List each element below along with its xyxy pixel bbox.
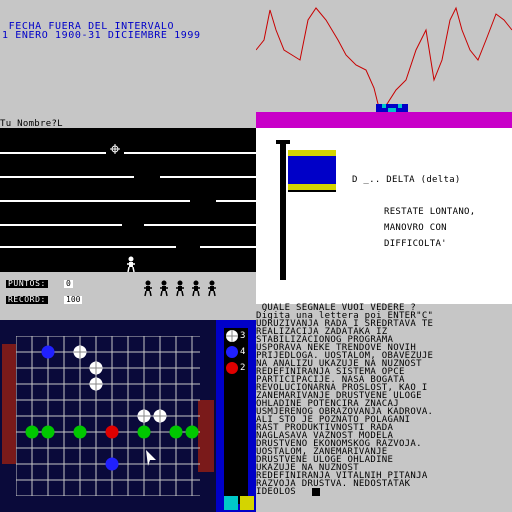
life-icon — [160, 280, 168, 297]
green-piece[interactable] — [25, 425, 39, 439]
flag-line-1: RESTATE LONTANO, — [384, 207, 476, 217]
flag-panel: D _.. DELTA (delta) RESTATE LONTANO, MAN… — [256, 128, 512, 304]
graph-series-line — [256, 6, 512, 109]
lane-segment — [124, 152, 256, 154]
green-piece[interactable] — [185, 425, 199, 439]
road-game-area — [0, 128, 256, 272]
board-pieces[interactable] — [0, 320, 216, 512]
lane-segment — [144, 224, 256, 226]
text-cursor — [312, 488, 320, 496]
target-marker-icon — [110, 144, 120, 154]
blue-piece[interactable] — [41, 345, 55, 359]
life-icon — [176, 280, 184, 297]
life-icon — [192, 280, 200, 297]
graph-marker-right — [398, 104, 402, 108]
puntos-label: PUNTOS: — [6, 279, 48, 288]
green-piece[interactable] — [137, 425, 151, 439]
flag-pole — [280, 140, 286, 280]
flag-heading: D _.. DELTA (delta) — [352, 175, 461, 185]
rotate-button[interactable] — [224, 496, 238, 510]
life-icon — [208, 280, 216, 297]
line-graph — [256, 6, 512, 112]
delta-flag — [288, 150, 336, 192]
puntos-value: 0 — [64, 279, 73, 288]
green-piece[interactable] — [169, 425, 183, 439]
graph-marker-left — [382, 104, 386, 108]
blue-count: 4 — [240, 347, 246, 357]
date-range-text: 1 ENERO 1900-31 DICIEMBRE 1999 — [2, 30, 201, 41]
lane-segment — [160, 176, 256, 178]
lane-segment — [200, 246, 256, 248]
record-value: 100 — [64, 295, 83, 304]
flag-stripe-bottom — [288, 184, 336, 190]
grid-button[interactable] — [240, 496, 254, 510]
green-piece[interactable] — [41, 425, 55, 439]
red-piece[interactable] — [105, 425, 119, 439]
board-game-area: 3 4 2 — [0, 320, 256, 512]
lane-segment — [216, 200, 256, 202]
text-body-line: IDEOLOS — [256, 487, 297, 497]
blue-piece[interactable] — [105, 457, 119, 471]
lane-segment — [0, 176, 134, 178]
red-piece-icon — [226, 362, 238, 374]
lane-segment — [0, 224, 122, 226]
magenta-band — [256, 112, 512, 128]
record-label: RECORD: — [6, 295, 48, 304]
life-icon — [144, 280, 152, 297]
board-side-panel: 3 4 2 — [216, 320, 256, 512]
lane-segment — [0, 152, 106, 154]
blue-piece-icon — [226, 346, 238, 358]
flag-line-3: DIFFICOLTA' — [384, 239, 447, 249]
green-piece[interactable] — [73, 425, 87, 439]
flag-stripe-middle — [288, 156, 336, 184]
white-count: 3 — [240, 331, 246, 341]
name-prompt[interactable]: Tu Nombre?L — [0, 120, 63, 129]
lives-icons — [144, 280, 216, 297]
lane-segment — [0, 200, 190, 202]
player-figure-icon — [127, 256, 135, 272]
pointer-arrow-icon — [146, 450, 156, 466]
flag-line-2: MANOVRO CON — [384, 223, 447, 233]
lane-segment — [0, 246, 176, 248]
red-count: 2 — [240, 363, 246, 373]
text-panel: QUALE SEGNALE VUOI VEDERE ? Digita una l… — [256, 304, 512, 512]
